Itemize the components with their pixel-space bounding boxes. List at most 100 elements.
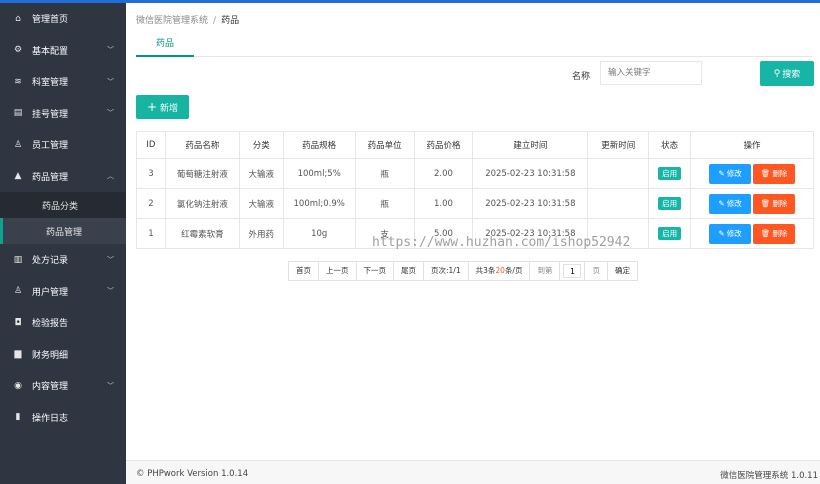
chevron-icon: ﹀: [107, 255, 114, 264]
cell-created: 2025-02-23 10:31:58: [472, 188, 589, 219]
pencil-icon: ✎: [718, 169, 725, 178]
pager-total-prefix: 共3条: [475, 266, 496, 275]
cell-spec: 100ml;5%: [282, 158, 356, 189]
cell-status: 启用: [648, 188, 692, 219]
sidebar-item-items_after3[interactable]: ▆ 财务明细: [0, 339, 126, 371]
cell-unit: 瓶: [354, 158, 415, 189]
status-badge[interactable]: 启用: [658, 167, 682, 180]
delete-button-label: 删除: [772, 199, 788, 208]
chevron-icon: ﹀: [107, 46, 114, 55]
pager-per-page: 20: [495, 266, 505, 275]
pager-next[interactable]: 下一页: [357, 262, 394, 280]
sidebar-item-items_after5[interactable]: ▮ 操作日志: [0, 402, 126, 434]
sidebar-subitem-label: 药品分类: [42, 201, 79, 212]
delete-button-label: 删除: [772, 229, 788, 238]
delete-button[interactable]: 🗑 删除: [753, 223, 796, 244]
pager-page-unit: 页: [585, 262, 608, 280]
chevron-icon: ﹀: [107, 381, 114, 390]
cell-actions: ✎ 修改 🗑 删除: [690, 188, 814, 219]
cell-updated: [587, 158, 650, 189]
pager-confirm-button[interactable]: 确定: [608, 262, 637, 280]
cell-status: 启用: [648, 158, 692, 189]
breadcrumb-parent[interactable]: 微信医院管理系统: [136, 16, 208, 26]
sidebar-item-items_after4[interactable]: ◉ 内容管理 ﹀: [0, 370, 126, 402]
table-row: 2 氯化钠注射液 大输液 100ml;0.9% 瓶 1.00 2025-02-23 10:3…: [136, 188, 814, 219]
money-icon: ▆: [14, 349, 22, 360]
col-header-price: 药品价格: [413, 131, 474, 159]
col-header-unit: 药品单位: [354, 131, 415, 159]
col-header-actions: 操作: [690, 131, 814, 159]
col-header-created: 建立时间: [472, 131, 589, 159]
sidebar-submenu-drugs: 药品分类 药品管理: [0, 192, 126, 244]
cell-id: 2: [136, 188, 166, 219]
cell-unit: 瓶: [354, 188, 415, 219]
sidebar-item-label: 药品管理: [32, 172, 69, 183]
sidebar-item-items_after0[interactable]: ▥ 处方记录 ﹀: [0, 244, 126, 276]
pager-goto-input-wrap: [560, 262, 586, 280]
cell-id: 1: [136, 218, 166, 249]
sidebar-item-items4[interactable]: ♙ 员工管理: [0, 129, 126, 161]
edit-button[interactable]: ✎ 修改: [709, 223, 752, 244]
sidebar-item-items5[interactable]: ▲ 药品管理 ︿: [0, 161, 126, 193]
edit-button[interactable]: ✎ 修改: [709, 163, 752, 184]
sidebar-item-items_after2[interactable]: ◘ 检验报告: [0, 307, 126, 339]
sidebar-item-label: 检验报告: [32, 319, 69, 330]
sidebar-subitem-drug-management[interactable]: 药品管理: [0, 218, 126, 244]
cell-spec: 100ml;0.9%: [282, 188, 356, 219]
delete-button[interactable]: 🗑 删除: [753, 163, 796, 184]
sidebar-item-items1[interactable]: ⚙ 基本配置 ﹀: [0, 35, 126, 67]
clipboard-icon: ▤: [13, 108, 23, 119]
chevron-icon: ﹀: [107, 287, 114, 296]
layers-icon: ≋: [14, 76, 22, 87]
pager-last[interactable]: 尾页: [394, 262, 424, 280]
sidebar-item-label: 操作日志: [32, 413, 69, 424]
search-button[interactable]: ⚲ 搜索: [760, 61, 814, 86]
status-badge[interactable]: 启用: [658, 197, 682, 210]
log-icon: ▮: [15, 412, 21, 423]
edit-button-label: 修改: [726, 229, 742, 238]
pager-prev[interactable]: 上一页: [319, 262, 357, 280]
cell-name: 红霉素软膏: [164, 218, 240, 249]
cell-price: 5.00: [413, 218, 474, 249]
cell-created: 2025-02-23 10:31:58: [472, 158, 589, 189]
pager-goto-input[interactable]: [563, 264, 582, 278]
edit-button[interactable]: ✎ 修改: [709, 193, 752, 214]
pencil-icon: ✎: [718, 229, 725, 238]
sidebar-item-items0[interactable]: ⌂ 管理首页: [0, 3, 126, 35]
trash-icon: 🗑: [760, 229, 771, 238]
cell-updated: [587, 218, 650, 249]
delete-button[interactable]: 🗑 删除: [753, 193, 796, 214]
cell-category: 外用药: [238, 218, 284, 249]
cell-status: 启用: [648, 218, 692, 249]
pagination: 首页 上一页 下一页 尾页 页次:1/1 共3条20条/页 到第 页 确定: [288, 261, 638, 281]
cell-created: 2025-02-23 10:31:58: [472, 218, 589, 249]
sidebar-item-label: 财务明细: [32, 350, 69, 361]
status-badge[interactable]: 启用: [658, 227, 682, 240]
user-icon: ♙: [13, 139, 23, 150]
pager-first[interactable]: 首页: [289, 262, 319, 280]
sidebar-item-items2[interactable]: ≋ 科室管理 ﹀: [0, 66, 126, 98]
col-header-status: 状态: [648, 131, 692, 159]
cell-actions: ✎ 修改 🗑 删除: [690, 158, 814, 189]
plus-icon: +: [146, 100, 158, 114]
globe-icon: ◉: [14, 380, 22, 391]
sidebar-subitem-drug-category[interactable]: 药品分类: [0, 192, 126, 218]
document-icon: ▥: [13, 254, 23, 265]
pencil-icon: ✎: [718, 199, 725, 208]
trash-icon: 🗑: [760, 199, 771, 208]
tab-drugs[interactable]: 药品: [136, 33, 194, 57]
cell-category: 大输液: [238, 188, 284, 219]
breadcrumb-current: 药品: [221, 16, 240, 26]
col-header-spec: 药品规格: [282, 131, 356, 159]
add-button[interactable]: + 新增: [136, 95, 189, 119]
search-input[interactable]: [600, 61, 702, 85]
cell-spec: 10g: [282, 218, 356, 249]
sidebar-item-items_after1[interactable]: ♙ 用户管理 ﹀: [0, 276, 126, 308]
gear-icon: ⚙: [13, 45, 23, 56]
sidebar-item-items3[interactable]: ▤ 挂号管理 ﹀: [0, 98, 126, 130]
report-icon: ◘: [14, 317, 22, 328]
sidebar-item-label: 科室管理: [32, 78, 69, 89]
breadcrumb: 微信医院管理系统 / 药品: [136, 13, 239, 26]
col-header-category: 分类: [238, 131, 284, 159]
chevron-icon: ﹀: [107, 77, 114, 86]
